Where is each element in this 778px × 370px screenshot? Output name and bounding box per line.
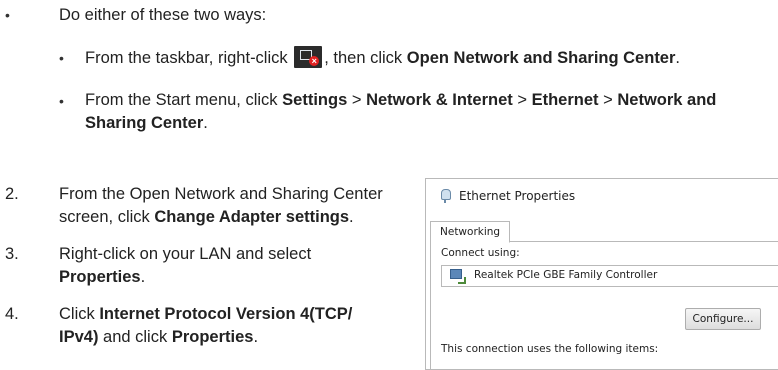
network-adapter-icon (450, 269, 466, 284)
connect-using-label: Connect using: (441, 247, 520, 259)
step-number: 2. (5, 185, 19, 203)
tab-strip: Networking (430, 221, 778, 243)
tab-networking[interactable]: Networking (430, 221, 511, 243)
bullet: • (59, 93, 64, 109)
bullet: • (59, 50, 64, 66)
dialog-body: Connect using: Realtek PCIe GBE Family C… (430, 241, 778, 369)
configure-button[interactable]: Configure... (685, 308, 761, 330)
adapter-name: Realtek PCIe GBE Family Controller (474, 269, 658, 281)
ethernet-plug-icon (440, 189, 451, 203)
step2-line1: From the Open Network and Sharing Center (59, 185, 383, 203)
manual-page: • Do either of these two ways: • From th… (0, 0, 778, 370)
way2-text-line2: Sharing Center. (85, 114, 208, 132)
step3-line2: Properties. (59, 268, 146, 286)
ethernet-properties-dialog: Ethernet Properties Networking Connect u… (425, 178, 778, 370)
step3-line1: Right-click on your LAN and select (59, 245, 312, 263)
connection-items-label: This connection uses the following items… (441, 343, 659, 355)
dialog-title: Ethernet Properties (459, 189, 576, 203)
way1-text: From the taskbar, right-click ×, then cl… (85, 46, 680, 69)
dialog-title-bar: Ethernet Properties (440, 189, 575, 203)
bullet: • (5, 7, 10, 23)
intro-text: Do either of these two ways: (59, 6, 267, 24)
adapter-field: Realtek PCIe GBE Family Controller (441, 265, 778, 287)
step4-line1: Click Internet Protocol Version 4(TCP/ (59, 305, 353, 323)
open-network-sharing-center-label: Open Network and Sharing Center (406, 49, 676, 67)
step-number: 3. (5, 245, 19, 263)
step4-line2: IPv4) and click Properties. (59, 328, 259, 346)
way2-text-line1: From the Start menu, click Settings > Ne… (85, 91, 717, 109)
network-disconnected-icon: × (294, 46, 323, 68)
step2-line2: screen, click Change Adapter settings. (59, 208, 354, 226)
step-number: 4. (5, 305, 19, 323)
